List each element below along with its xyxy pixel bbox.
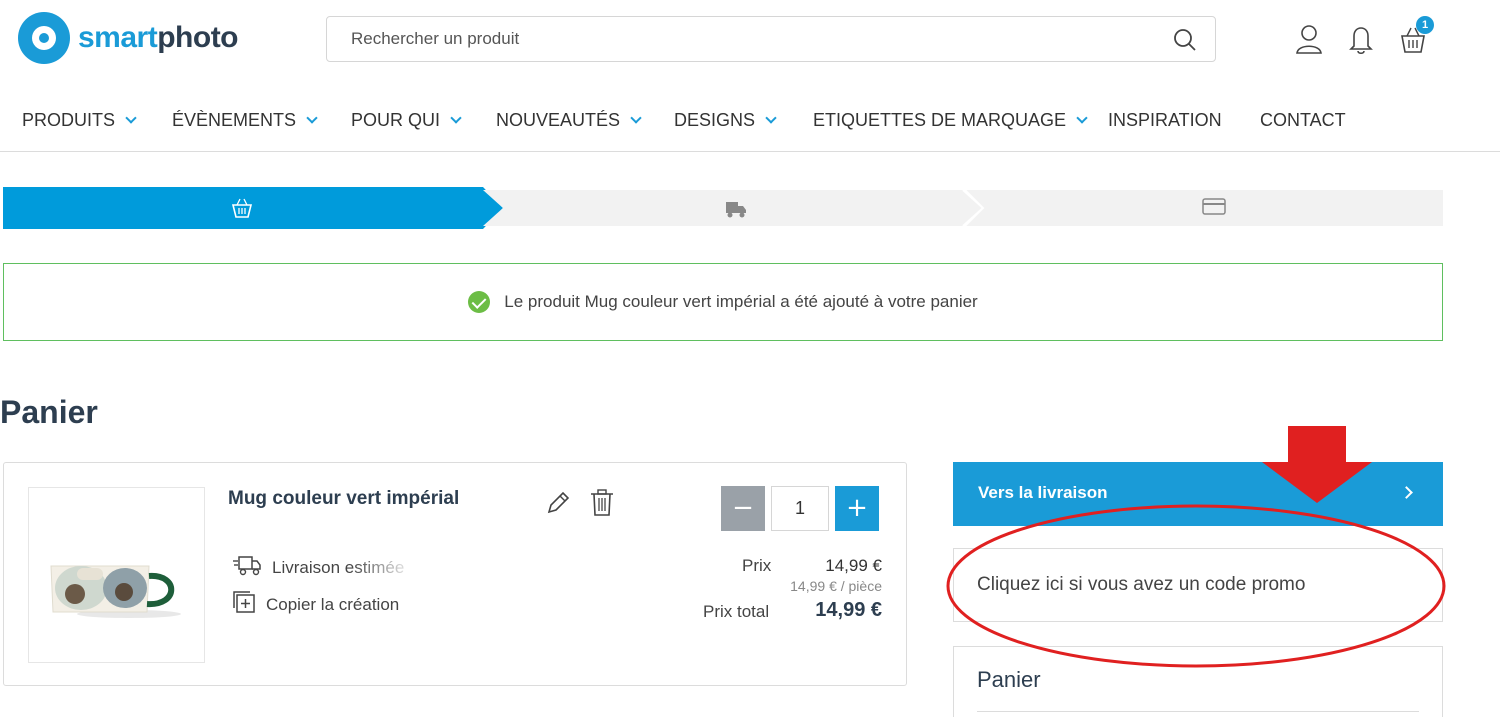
search-icon[interactable] [1173, 28, 1197, 57]
edit-pencil-icon[interactable] [544, 489, 572, 522]
price-label: Prix [742, 556, 772, 575]
nav-evenements[interactable]: ÉVÈNEMENTS [172, 110, 318, 131]
nav-produits[interactable]: PRODUITS [22, 110, 137, 131]
cart-count-badge: 1 [1416, 16, 1434, 34]
nav-pour-qui[interactable]: POUR QUI [351, 110, 462, 131]
chevron-down-icon [765, 111, 777, 124]
smartphoto-logo[interactable]: smartphoto [18, 12, 239, 64]
nav-etiquettes[interactable]: ETIQUETTES DE MARQUAGE [813, 110, 1088, 131]
quantity-stepper: − 1 + [721, 486, 879, 531]
price-value: 14,99 € [825, 556, 882, 575]
promo-code-toggle[interactable]: Cliquez ici si vous avez un code promo [953, 548, 1443, 622]
copy-creation-link[interactable]: Copier la création [232, 590, 399, 619]
cart-item: Mug couleur vert impérial − 1 + Livraiso… [3, 462, 907, 686]
product-name[interactable]: Mug couleur vert impérial [228, 488, 459, 510]
step-cart-active [3, 187, 503, 229]
copy-plus-icon [232, 590, 256, 619]
chevron-down-icon [450, 111, 462, 124]
to-delivery-button[interactable]: Vers la livraison [953, 462, 1443, 526]
trash-icon[interactable] [589, 488, 615, 523]
logo-text: smartphoto [78, 21, 239, 54]
notifications-bell-icon[interactable] [1346, 22, 1376, 56]
total-price-value: 14,99 € [815, 599, 882, 621]
delivery-truck-icon [232, 554, 262, 581]
checkout-progress [3, 187, 1443, 229]
chevron-down-icon [630, 111, 642, 124]
account-icon[interactable] [1294, 22, 1324, 56]
alert-message: Le produit Mug couleur vert impérial a é… [504, 292, 978, 311]
quantity-input[interactable]: 1 [771, 486, 829, 531]
delivery-estimate: Livraison estimée [232, 554, 404, 581]
chevron-down-icon [125, 111, 137, 124]
summary-title: Panier [977, 667, 1041, 692]
logo-mark-icon [18, 12, 70, 64]
product-thumbnail[interactable] [28, 487, 205, 663]
nav-inspiration[interactable]: INSPIRATION [1108, 110, 1222, 131]
nav-contact[interactable]: CONTACT [1260, 110, 1346, 131]
chevron-down-icon [1076, 111, 1088, 124]
total-price-label: Prix total [703, 602, 770, 621]
nav-designs[interactable]: DESIGNS [674, 110, 777, 131]
search-input[interactable] [327, 17, 1147, 61]
cart-icon[interactable]: 1 [1398, 16, 1434, 56]
chevron-right-icon [1400, 486, 1413, 499]
divider [977, 711, 1419, 712]
quantity-decrease-button[interactable]: − [721, 486, 765, 531]
check-circle-icon [468, 291, 491, 313]
main-nav: PRODUITS ÉVÈNEMENTS POUR QUI NOUVEAUTÉS … [0, 90, 1500, 152]
quantity-increase-button[interactable]: + [835, 486, 879, 531]
unit-price: 14,99 € / pièce [790, 578, 882, 594]
chevron-down-icon [306, 111, 318, 124]
nav-nouveautes[interactable]: NOUVEAUTÉS [496, 110, 642, 131]
page-title: Panier [0, 394, 98, 430]
cart-summary: Panier [953, 646, 1443, 717]
search-bar [326, 16, 1216, 62]
delivery-text: Livraison estimée [272, 557, 405, 577]
cart-added-alert: Le produit Mug couleur vert impérial a é… [3, 263, 1443, 341]
